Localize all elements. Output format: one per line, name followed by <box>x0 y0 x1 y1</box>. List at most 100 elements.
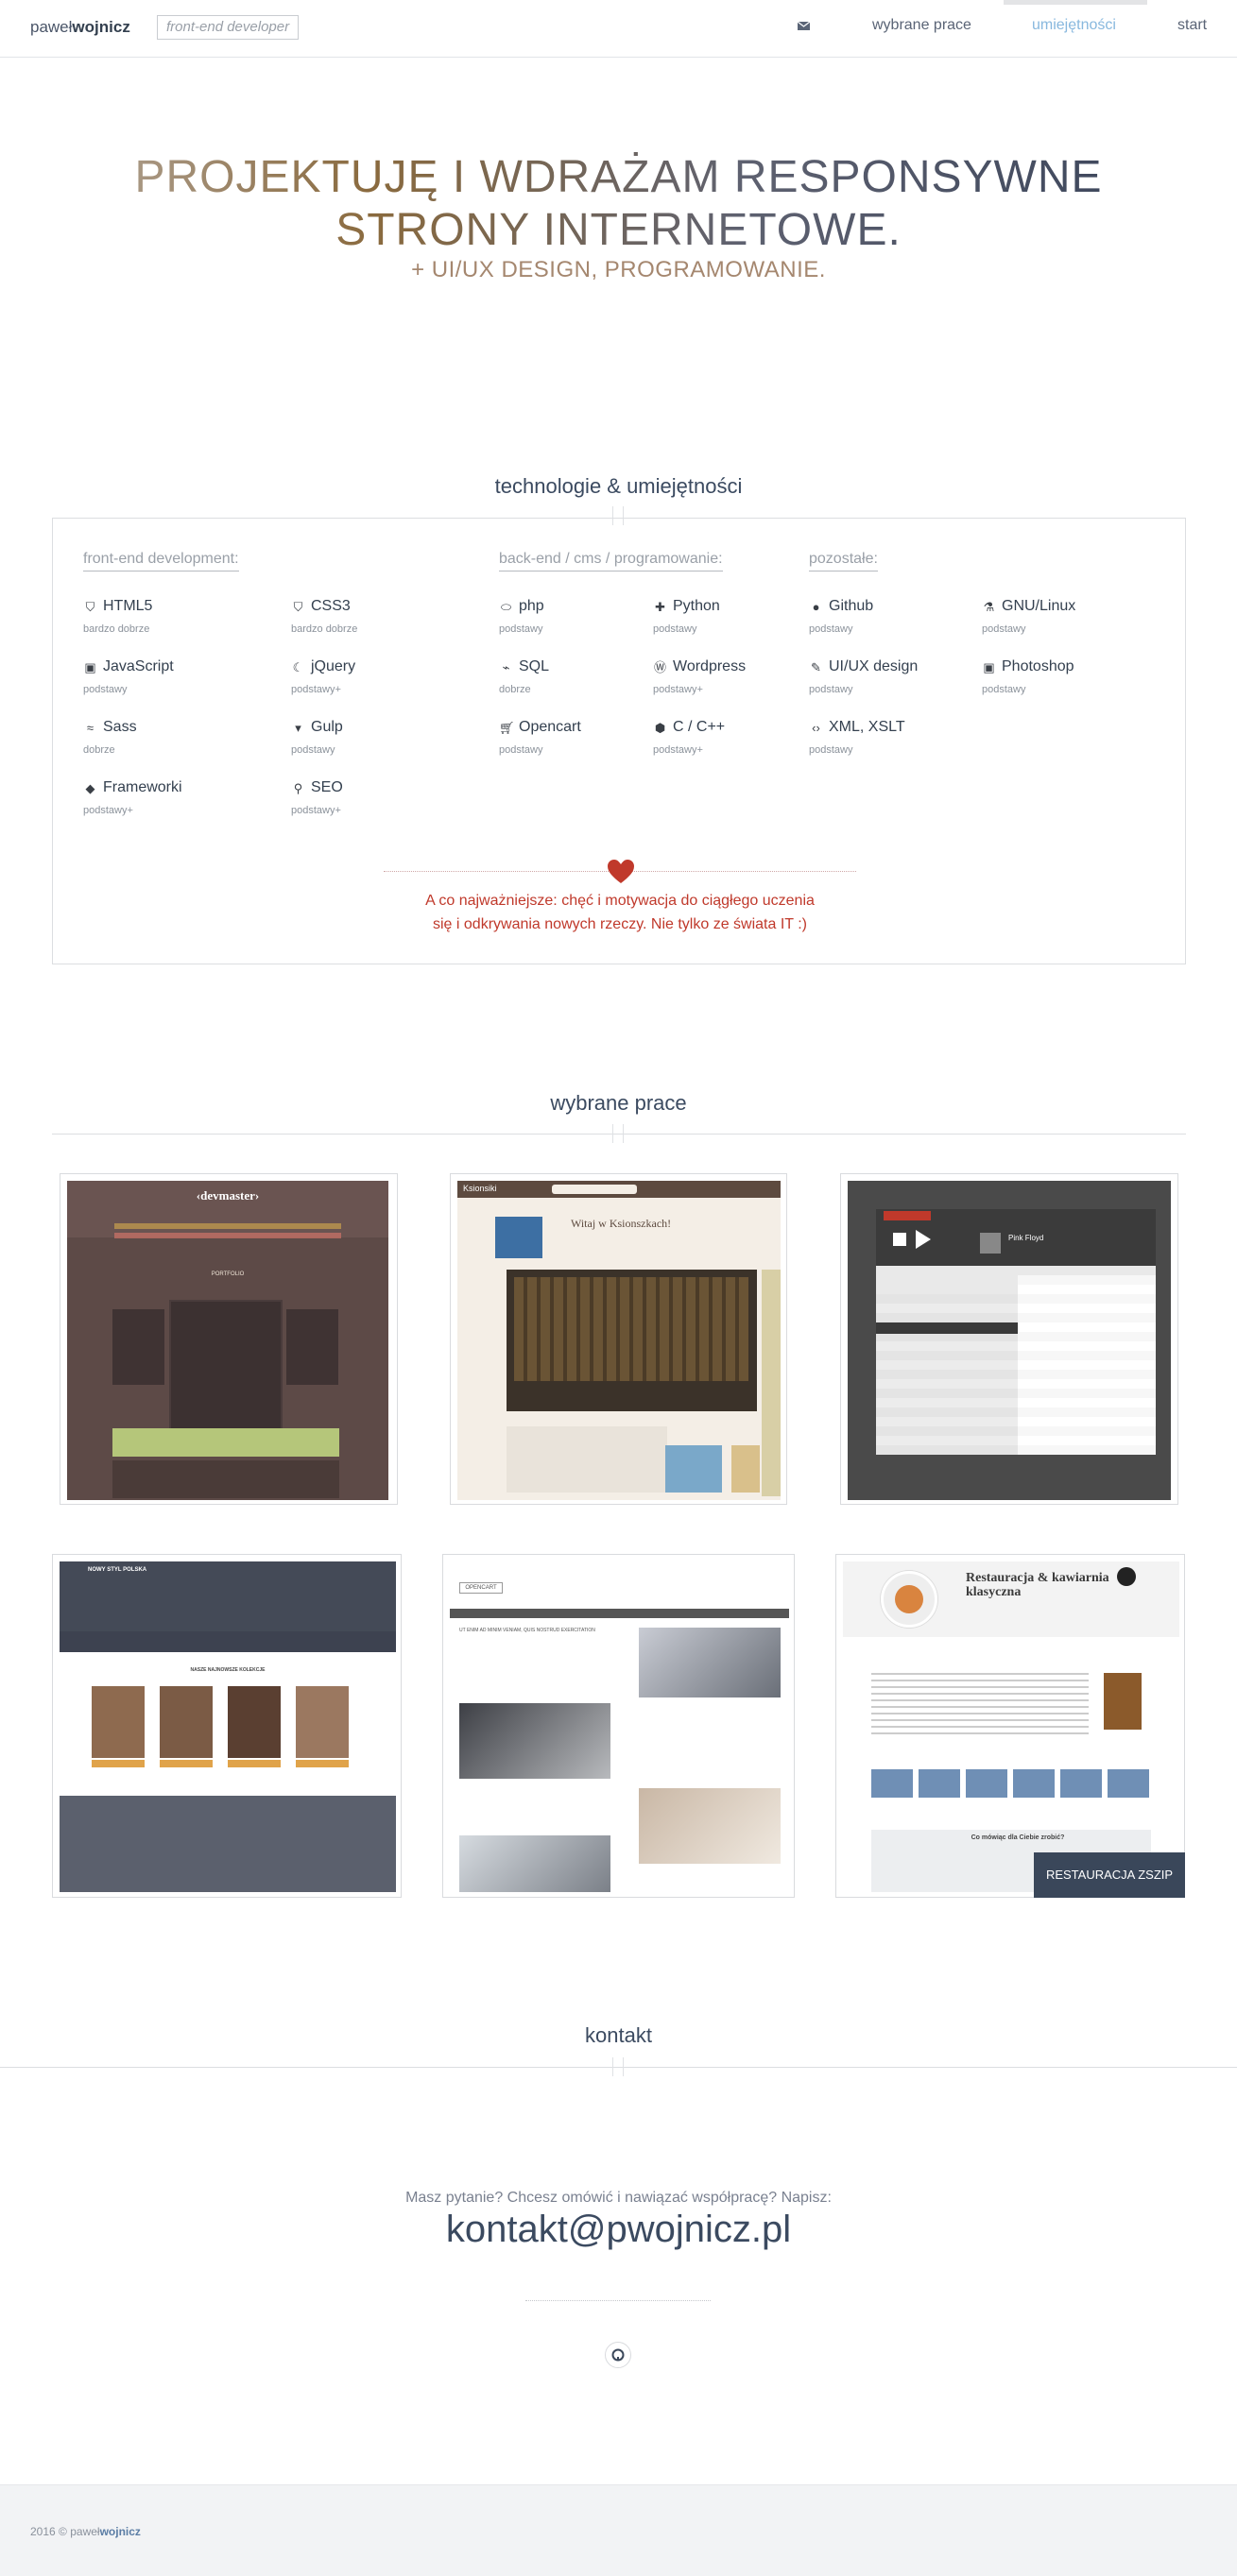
skill-level: podstawy <box>653 623 697 635</box>
skill-github: ● Github podstawy <box>809 598 873 635</box>
skill-name: Github <box>829 598 874 614</box>
work-title-badge[interactable]: RESTAURACJA ZSZIP <box>1034 1852 1185 1898</box>
skill-level: dobrze <box>83 744 115 756</box>
wordpress-icon: Ⓦ <box>653 659 666 674</box>
skill-xml: ‹› XML, XSLT podstawy <box>809 719 905 756</box>
work-caption: PORTFOLIO <box>211 1271 245 1277</box>
contact-email-link[interactable]: kontakt@pwojnicz.pl <box>0 2209 1237 2251</box>
work-screenshot: Ksionsiki Witaj w Ksionszkach! <box>457 1181 781 1500</box>
skill-name: Photoshop <box>1002 658 1074 674</box>
footer-copyright: 2016 © pawełwojnicz <box>30 2525 141 2538</box>
skill-html5: ⛉ HTML5 bardzo dobrze <box>83 598 152 635</box>
hero-line-1: PROJEKTUJĘ I WDRAŻAM RESPONSYWNE <box>134 152 1103 202</box>
work-thumb-ksionsiki[interactable]: Ksionsiki Witaj w Ksionszkach! <box>450 1173 787 1505</box>
skill-uiux: ✎ UI/UX design podstawy <box>809 658 918 695</box>
nav-link-skills[interactable]: umiejętności <box>1032 17 1116 34</box>
skill-name: Python <box>673 598 720 614</box>
work-thumb-nowy-styl[interactable]: NOWY STYL POLSKA NASZE NAJNOWSZE KOLEKCJ… <box>52 1554 402 1898</box>
skill-cpp: ⬢ C / C++ podstawy+ <box>653 719 725 756</box>
linux-icon: ⚗ <box>983 599 995 614</box>
motto-line-1: A co najważniejsze: chęć i motywacja do … <box>425 893 815 909</box>
skill-level: podstawy <box>809 744 853 756</box>
github-icon[interactable] <box>605 2342 631 2368</box>
footer-name-bold: wojnicz <box>99 2525 141 2538</box>
work-thumb-music-player[interactable]: Pink Floyd <box>840 1173 1178 1505</box>
skill-name: JavaScript <box>103 658 174 674</box>
skill-level: dobrze <box>499 684 531 695</box>
column-frontend-heading: front-end development: <box>83 551 239 571</box>
github-icon: ● <box>812 599 820 614</box>
skill-level: podstawy <box>291 744 335 756</box>
work-caption: NASZE NAJNOWSZE KOLEKCJE <box>190 1667 266 1673</box>
skill-level: podstawy <box>982 684 1026 695</box>
work-brand: Ksionsiki <box>463 1184 497 1193</box>
footer-year: 2016 © <box>30 2525 71 2538</box>
contact-question: Masz pytanie? Chcesz omówić i nawiązać w… <box>405 2190 832 2206</box>
skill-level: bardzo dobrze <box>83 623 150 635</box>
logo-light: paweł <box>30 18 73 36</box>
skill-level: podstawy+ <box>291 684 341 695</box>
skill-python: ✚ Python podstawy <box>653 598 720 635</box>
skill-level: bardzo dobrze <box>291 623 358 635</box>
sass-icon: ≈ <box>86 720 94 735</box>
search-icon: ⚲ <box>293 780 303 795</box>
skill-name: SEO <box>311 779 343 795</box>
skill-seo: ⚲ SEO podstawy+ <box>291 779 343 816</box>
nav-active-indicator <box>1004 0 1147 5</box>
column-other-heading: pozostałe: <box>809 551 878 571</box>
skill-gulp: ▾ Gulp podstawy <box>291 719 343 756</box>
skill-wordpress: Ⓦ Wordpress podstawy+ <box>653 658 746 695</box>
work-brand: ‹devmaster› <box>196 1188 260 1203</box>
skill-name: Gulp <box>311 719 343 735</box>
heart-icon <box>608 860 634 883</box>
skill-name: GNU/Linux <box>1002 598 1076 614</box>
skills-panel: front-end development: back-end / cms / … <box>52 518 1186 964</box>
skill-level: podstawy <box>499 623 543 635</box>
work-screenshot: ‹devmaster› PORTFOLIO <box>67 1181 388 1500</box>
contact-dotted-divider <box>525 2300 711 2301</box>
pen-icon: ✎ <box>811 659 821 674</box>
html5-icon: ⛉ <box>85 599 95 614</box>
skill-name: CSS3 <box>311 598 351 614</box>
skill-name: XML, XSLT <box>829 719 905 735</box>
work-brand: Restauracja & kawiarnia klasyczna <box>966 1571 1109 1599</box>
motto-text: A co najważniejsze: chęć i motywacja do … <box>53 889 1187 936</box>
frameworks-icon: ◆ <box>85 780 95 795</box>
works-title-tick <box>612 1124 624 1143</box>
work-screenshot: Restauracja & kawiarnia klasyczna Co mów… <box>843 1561 1179 1892</box>
skill-name: php <box>519 598 544 614</box>
work-screenshot: OPENCART UT ENIM AD MINIM VENIAM, QUIS N… <box>450 1561 789 1892</box>
skill-frameworks: ◆ Frameworki podstawy+ <box>83 779 182 816</box>
skill-linux: ⚗ GNU/Linux podstawy <box>982 598 1075 635</box>
work-thumb-restauracja[interactable]: Restauracja & kawiarnia klasyczna Co mów… <box>835 1554 1185 1898</box>
cart-icon: 🛒︎ <box>499 720 515 735</box>
skill-sql: ⌁ SQL dobrze <box>499 658 549 695</box>
skill-php: ⬭ php podstawy <box>499 598 544 635</box>
skill-name: jQuery <box>311 658 356 674</box>
cpp-icon: ⬢ <box>654 720 666 735</box>
top-navbar: pawełwojnicz front-end developer wybrane… <box>0 0 1237 58</box>
work-thumb-opencart[interactable]: OPENCART UT ENIM AD MINIM VENIAM, QUIS N… <box>442 1554 795 1898</box>
footer: 2016 © pawełwojnicz <box>0 2484 1237 2576</box>
work-screenshot: NOWY STYL POLSKA NASZE NAJNOWSZE KOLEKCJ… <box>60 1561 396 1892</box>
skill-name: Sass <box>103 719 137 735</box>
photoshop-icon: ▣ <box>983 659 995 674</box>
work-thumb-devmaster[interactable]: ‹devmaster› PORTFOLIO <box>60 1173 398 1505</box>
skill-javascript: ▣ JavaScript podstawy <box>83 658 174 695</box>
skill-sass: ≈ Sass dobrze <box>83 719 137 756</box>
hero-subheading: + UI/UX DESIGN, PROGRAMOWANIE. <box>411 257 826 282</box>
contact-title: kontakt <box>585 2023 652 2047</box>
skill-name: C / C++ <box>673 719 726 735</box>
hero-heading: PROJEKTUJĘ I WDRAŻAM RESPONSYWNE STRONY I… <box>0 151 1237 257</box>
skill-level: podstawy <box>809 684 853 695</box>
skill-level: podstawy+ <box>653 744 703 756</box>
skill-photoshop: ▣ Photoshop podstawy <box>982 658 1074 695</box>
footer-name-light: paweł <box>70 2525 100 2538</box>
work-brand: OPENCART <box>459 1582 503 1594</box>
envelope-icon[interactable] <box>797 18 812 33</box>
nav-link-start[interactable]: start <box>1177 17 1207 34</box>
nav-link-works[interactable]: wybrane prace <box>872 17 971 34</box>
work-caption: Witaj w Ksionszkach! <box>571 1217 672 1230</box>
skill-level: podstawy+ <box>291 805 341 816</box>
site-logo[interactable]: pawełwojnicz <box>30 18 130 37</box>
